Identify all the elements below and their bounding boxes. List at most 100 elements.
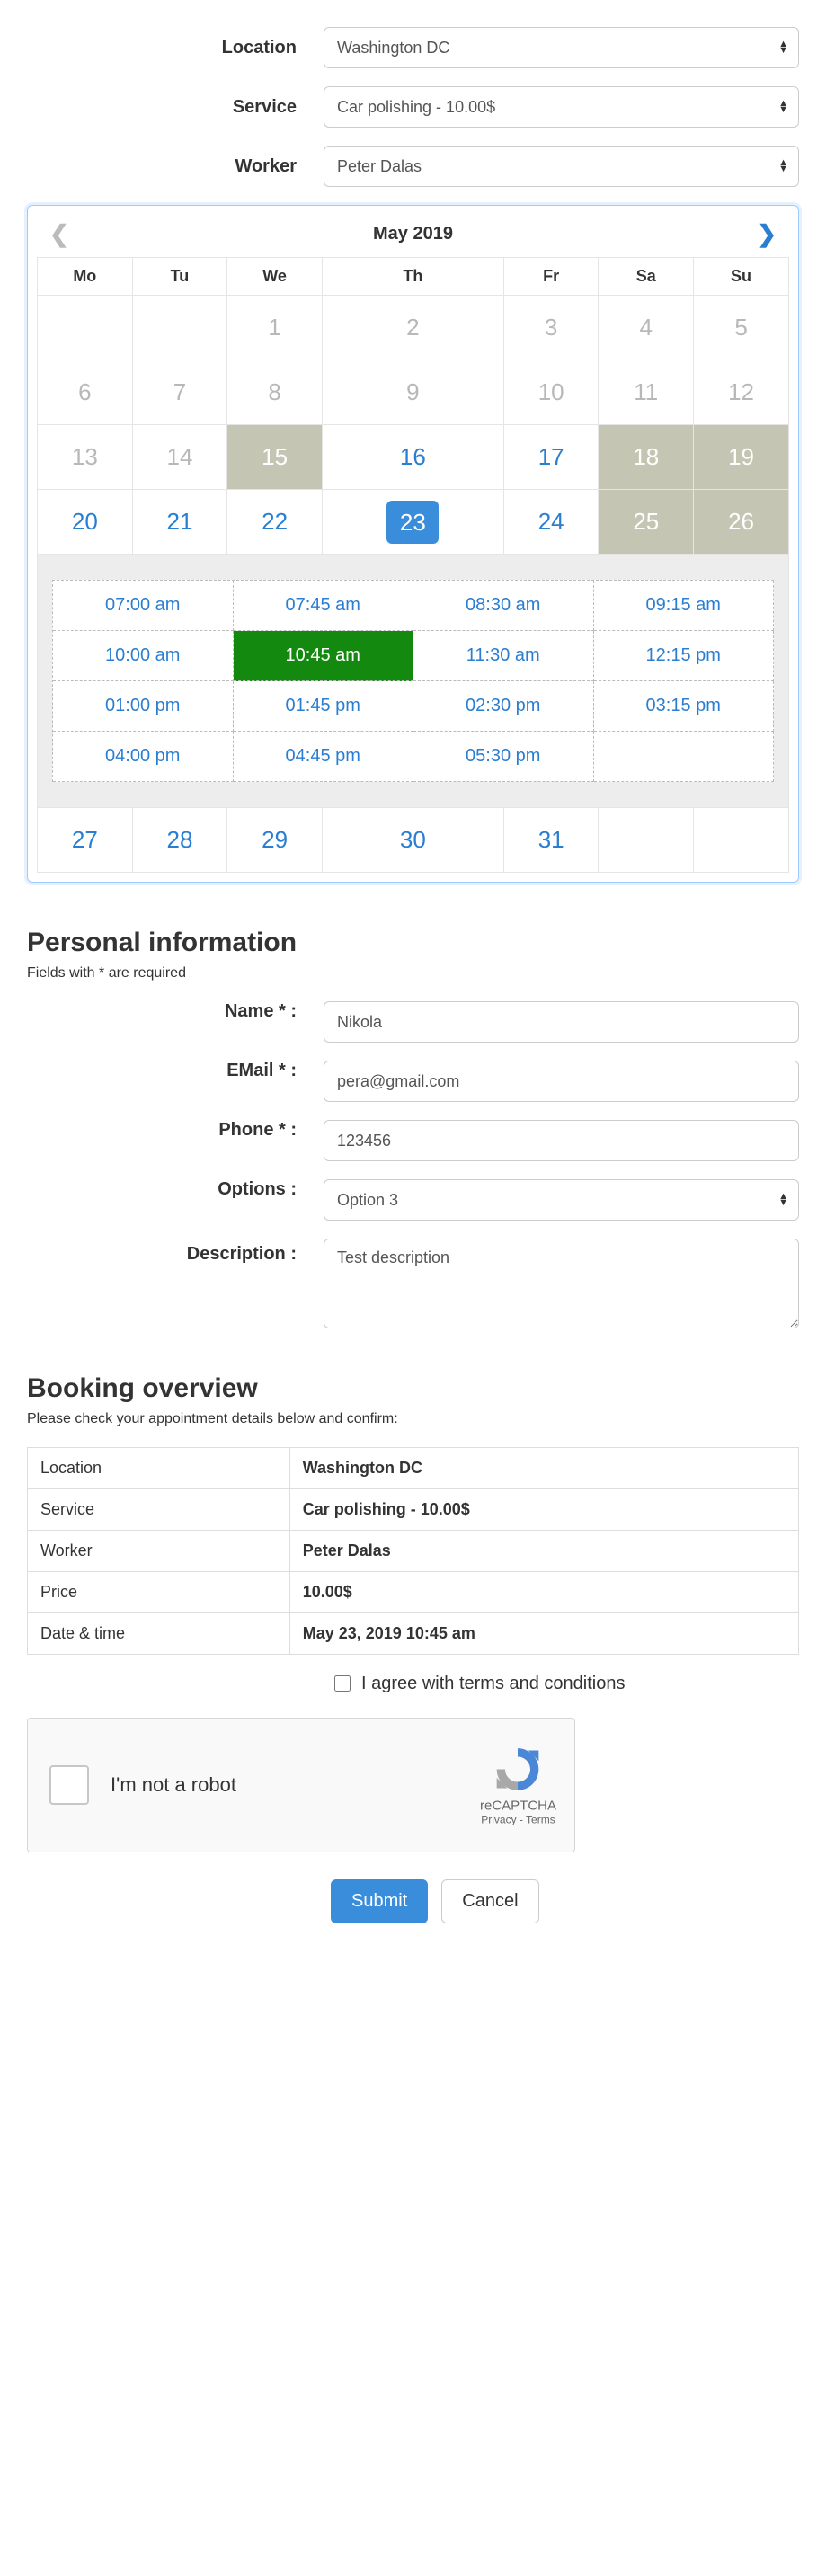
calendar-day: 4 — [599, 296, 694, 360]
recaptcha-icon — [493, 1745, 543, 1795]
time-slot[interactable]: 01:45 pm — [234, 681, 414, 732]
calendar-day[interactable]: 23 — [322, 490, 503, 555]
recaptcha-checkbox[interactable] — [49, 1765, 89, 1805]
calendar-day: 6 — [38, 360, 133, 425]
calendar-day[interactable]: 24 — [503, 490, 599, 555]
calendar-day: 7 — [132, 360, 227, 425]
description-label: Description : — [27, 1239, 324, 1265]
calendar-day: 2 — [322, 296, 503, 360]
time-slot[interactable]: 04:45 pm — [234, 732, 414, 782]
calendar-day: 19 — [694, 425, 789, 490]
calendar-dow: We — [227, 258, 323, 296]
calendar-day[interactable]: 27 — [38, 808, 133, 873]
overview-key: Date & time — [28, 1613, 290, 1655]
calendar-day[interactable]: 20 — [38, 490, 133, 555]
service-label: Service — [27, 97, 324, 118]
overview-value: 10.00$ — [289, 1572, 798, 1613]
calendar-day[interactable]: 17 — [503, 425, 599, 490]
calendar-day — [132, 296, 227, 360]
submit-button[interactable]: Submit — [331, 1879, 428, 1923]
overview-key: Worker — [28, 1531, 290, 1572]
calendar-day: 13 — [38, 425, 133, 490]
time-slot[interactable]: 02:30 pm — [413, 681, 594, 732]
options-select[interactable]: Option 3 — [324, 1179, 799, 1221]
time-slot-grid: 07:00 am07:45 am08:30 am09:15 am 10:00 am… — [52, 580, 774, 782]
worker-label: Worker — [27, 156, 324, 177]
calendar-day — [694, 808, 789, 873]
overview-sub: Please check your appointment details be… — [27, 1411, 799, 1427]
calendar-day: 9 — [322, 360, 503, 425]
time-slot[interactable]: 08:30 am — [413, 581, 594, 631]
personal-heading: Personal information — [27, 928, 799, 958]
overview-key: Location — [28, 1448, 290, 1489]
email-label: EMail * : — [27, 1061, 324, 1081]
calendar-day[interactable]: 16 — [322, 425, 503, 490]
calendar-day — [38, 296, 133, 360]
calendar-day: 1 — [227, 296, 323, 360]
calendar-day: 25 — [599, 490, 694, 555]
recaptcha-badge: reCAPTCHA Privacy - Terms — [480, 1745, 556, 1826]
calendar-day: 3 — [503, 296, 599, 360]
location-select[interactable]: Washington DC — [324, 27, 799, 68]
calendar-next-icon[interactable]: ❯ — [751, 220, 782, 248]
calendar-day[interactable]: 31 — [503, 808, 599, 873]
calendar-day[interactable]: 29 — [227, 808, 323, 873]
calendar: ❮ May 2019 ❯ MoTuWeThFrSaSu 123456789101… — [27, 205, 799, 883]
calendar-day: 12 — [694, 360, 789, 425]
overview-value: May 23, 2019 10:45 am — [289, 1613, 798, 1655]
calendar-day: 18 — [599, 425, 694, 490]
calendar-day[interactable]: 30 — [322, 808, 503, 873]
time-slot[interactable]: 01:00 pm — [53, 681, 234, 732]
calendar-grid: MoTuWeThFrSaSu 1234567891011121314151617… — [37, 257, 789, 873]
terms-label: I agree with terms and conditions — [361, 1674, 626, 1694]
name-input[interactable] — [324, 1001, 799, 1043]
calendar-dow: Su — [694, 258, 789, 296]
calendar-day: 10 — [503, 360, 599, 425]
calendar-day[interactable]: 21 — [132, 490, 227, 555]
time-slot-empty — [594, 732, 775, 782]
time-slot[interactable]: 10:45 am — [234, 631, 414, 681]
time-slot[interactable]: 11:30 am — [413, 631, 594, 681]
calendar-day: 5 — [694, 296, 789, 360]
cancel-button[interactable]: Cancel — [441, 1879, 538, 1923]
time-slot[interactable]: 07:45 am — [234, 581, 414, 631]
time-slot[interactable]: 05:30 pm — [413, 732, 594, 782]
overview-table: LocationWashington DCServiceCar polishin… — [27, 1447, 799, 1655]
calendar-day: 8 — [227, 360, 323, 425]
time-slot[interactable]: 03:15 pm — [594, 681, 775, 732]
calendar-day: 14 — [132, 425, 227, 490]
time-slot[interactable]: 10:00 am — [53, 631, 234, 681]
calendar-dow: Mo — [38, 258, 133, 296]
calendar-dow: Tu — [132, 258, 227, 296]
phone-label: Phone * : — [27, 1120, 324, 1141]
calendar-day: 15 — [227, 425, 323, 490]
calendar-day[interactable]: 22 — [227, 490, 323, 555]
worker-select[interactable]: Peter Dalas — [324, 146, 799, 187]
calendar-prev-icon[interactable]: ❮ — [44, 220, 75, 248]
overview-value: Peter Dalas — [289, 1531, 798, 1572]
recaptcha[interactable]: I'm not a robot reCAPTCHA Privacy - Term… — [27, 1718, 575, 1852]
description-textarea[interactable]: Test description — [324, 1239, 799, 1328]
overview-value: Car polishing - 10.00$ — [289, 1489, 798, 1531]
calendar-title: May 2019 — [373, 224, 453, 244]
time-slot[interactable]: 04:00 pm — [53, 732, 234, 782]
email-input[interactable] — [324, 1061, 799, 1102]
calendar-day[interactable]: 28 — [132, 808, 227, 873]
options-label: Options : — [27, 1179, 324, 1200]
overview-heading: Booking overview — [27, 1373, 799, 1404]
time-slot[interactable]: 09:15 am — [594, 581, 775, 631]
overview-key: Service — [28, 1489, 290, 1531]
calendar-dow: Sa — [599, 258, 694, 296]
location-label: Location — [27, 38, 324, 58]
recaptcha-text: I'm not a robot — [111, 1773, 236, 1797]
terms-checkbox[interactable] — [334, 1675, 351, 1692]
overview-value: Washington DC — [289, 1448, 798, 1489]
service-select[interactable]: Car polishing - 10.00$ — [324, 86, 799, 128]
calendar-day: 11 — [599, 360, 694, 425]
phone-input[interactable] — [324, 1120, 799, 1161]
time-slot[interactable]: 07:00 am — [53, 581, 234, 631]
name-label: Name * : — [27, 1001, 324, 1022]
calendar-day: 26 — [694, 490, 789, 555]
time-slot[interactable]: 12:15 pm — [594, 631, 775, 681]
overview-key: Price — [28, 1572, 290, 1613]
